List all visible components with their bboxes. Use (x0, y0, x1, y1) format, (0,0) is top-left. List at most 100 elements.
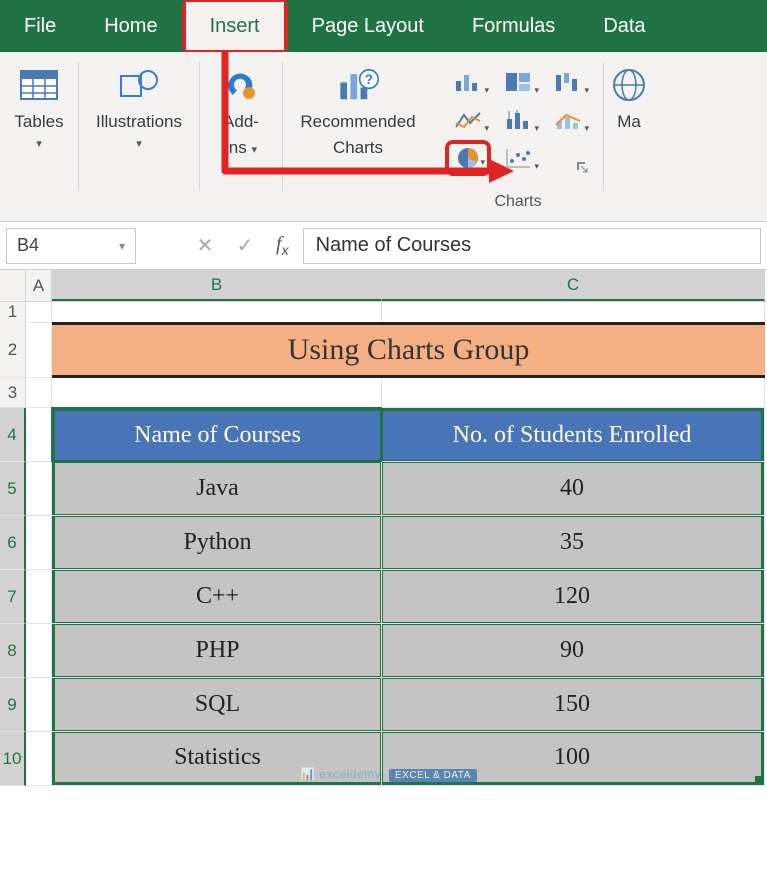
row-header[interactable]: 3 (0, 378, 26, 408)
cell[interactable]: No. of Students Enrolled (382, 408, 765, 462)
cell[interactable] (26, 408, 52, 462)
row-header[interactable]: 6 (0, 516, 26, 570)
table-header-course: Name of Courses (52, 408, 381, 461)
table-cell: 35 (382, 516, 764, 569)
line-chart-button[interactable]: ▾ (445, 102, 491, 138)
waterfall-chart-button[interactable]: ▾ (545, 64, 591, 100)
tab-data[interactable]: Data (579, 0, 669, 52)
cell[interactable] (382, 378, 765, 408)
recommended-label-2: Charts (333, 138, 383, 158)
cell[interactable] (26, 302, 52, 323)
group-illustrations: Illustrations ▾ (79, 52, 199, 221)
statistic-chart-button[interactable]: ▾ (495, 102, 541, 138)
row-header[interactable]: 7 (0, 570, 26, 624)
maps-button[interactable]: Ma (604, 60, 654, 136)
name-box[interactable]: B4 ▾ (6, 228, 136, 264)
column-chart-button[interactable]: ▾ (445, 64, 491, 100)
row-header[interactable]: 9 (0, 678, 26, 732)
fx-icon[interactable]: fx (268, 233, 297, 258)
cell[interactable] (26, 624, 52, 678)
cell[interactable]: Name of Courses (52, 408, 382, 462)
group-addins: Add- ins ▾ (200, 52, 282, 221)
chevron-down-icon: ▾ (484, 85, 489, 96)
confirm-button[interactable]: ✓ (228, 233, 262, 258)
table-cell: SQL (52, 678, 381, 731)
cell[interactable]: Python (52, 516, 382, 570)
table-cell: PHP (52, 624, 381, 677)
highlight-insert-tab: Insert (182, 0, 288, 54)
table-cell: 40 (382, 462, 764, 515)
table-cell: Python (52, 516, 381, 569)
tables-button[interactable]: Tables ▾ (8, 60, 69, 154)
sheet-title[interactable]: Using Charts Group (52, 322, 765, 378)
row-header[interactable]: 10 (0, 732, 26, 786)
cell[interactable] (52, 302, 382, 323)
svg-text:?: ? (365, 72, 373, 87)
cell[interactable]: 150 (382, 678, 765, 732)
hierarchy-chart-button[interactable]: ▾ (495, 64, 541, 100)
cell[interactable] (26, 462, 52, 516)
table-cell: C++ (52, 570, 381, 623)
charts-group-label: Charts (439, 193, 597, 217)
row-header[interactable]: 2 (0, 322, 26, 378)
cell[interactable]: PHP (52, 624, 382, 678)
globe-icon (608, 64, 650, 106)
selection-handle[interactable] (755, 776, 763, 784)
maps-label: Ma (617, 112, 641, 132)
cell[interactable] (382, 302, 765, 323)
row-header[interactable]: 4 (0, 408, 26, 462)
col-header-b[interactable]: B (52, 270, 382, 301)
formula-value: Name of Courses (316, 234, 472, 257)
addins-icon (220, 64, 262, 106)
shapes-icon (118, 64, 160, 106)
cell[interactable]: C++ (52, 570, 382, 624)
tab-home[interactable]: Home (80, 0, 181, 52)
cell[interactable] (26, 322, 52, 378)
chevron-down-icon: ▾ (534, 123, 539, 134)
table-icon (18, 64, 60, 106)
cell[interactable]: 35 (382, 516, 765, 570)
chevron-down-icon: ▾ (119, 239, 125, 253)
chart-type-grid: ▾ ▾ ▾ ▾ ▾ ▾ (445, 60, 591, 176)
col-header-c[interactable]: C (382, 270, 765, 301)
table-cell: 120 (382, 570, 764, 623)
row-header[interactable]: 5 (0, 462, 26, 516)
addins-button[interactable]: Add- ins ▾ (214, 60, 268, 161)
cell[interactable]: 40 (382, 462, 765, 516)
table-header-enrolled: No. of Students Enrolled (382, 408, 764, 461)
charts-dialog-launcher[interactable] (573, 158, 591, 176)
cell[interactable] (26, 516, 52, 570)
scatter-chart-button[interactable]: ▾ (495, 140, 541, 176)
tab-file[interactable]: File (0, 0, 80, 52)
formula-input[interactable]: Name of Courses (303, 228, 761, 264)
tab-formulas[interactable]: Formulas (448, 0, 579, 52)
illustrations-button[interactable]: Illustrations ▾ (90, 60, 188, 154)
combo-chart-button[interactable]: ▾ (545, 102, 591, 138)
tab-insert[interactable]: Insert (186, 2, 284, 50)
cell[interactable] (52, 378, 382, 408)
cell[interactable] (26, 570, 52, 624)
cancel-button[interactable]: ✕ (188, 233, 222, 258)
row-header[interactable]: 1 (0, 302, 26, 323)
row-header[interactable]: 8 (0, 624, 26, 678)
cell[interactable] (26, 378, 52, 408)
select-all-corner[interactable] (0, 270, 26, 301)
illustrations-label: Illustrations (96, 112, 182, 132)
recommended-charts-button[interactable]: ? Recommended Charts (294, 60, 421, 161)
cell[interactable]: 120 (382, 570, 765, 624)
tab-page-layout[interactable]: Page Layout (288, 0, 448, 52)
recommended-charts-icon: ? (337, 64, 379, 106)
tables-label: Tables (14, 112, 63, 132)
cell[interactable]: Java (52, 462, 382, 516)
cell[interactable] (26, 678, 52, 732)
cell[interactable] (26, 732, 52, 786)
cell[interactable]: 90 (382, 624, 765, 678)
cell[interactable]: SQL (52, 678, 382, 732)
addins-label-2: ins (225, 138, 247, 157)
recommended-label-1: Recommended (300, 112, 415, 132)
ribbon-tab-bar: File Home Insert Page Layout Formulas Da… (0, 0, 767, 52)
table-cell: 150 (382, 678, 764, 731)
col-header-a[interactable]: A (26, 270, 52, 301)
table-cell: Java (52, 462, 381, 515)
pie-chart-button[interactable]: ▾ (445, 140, 491, 176)
